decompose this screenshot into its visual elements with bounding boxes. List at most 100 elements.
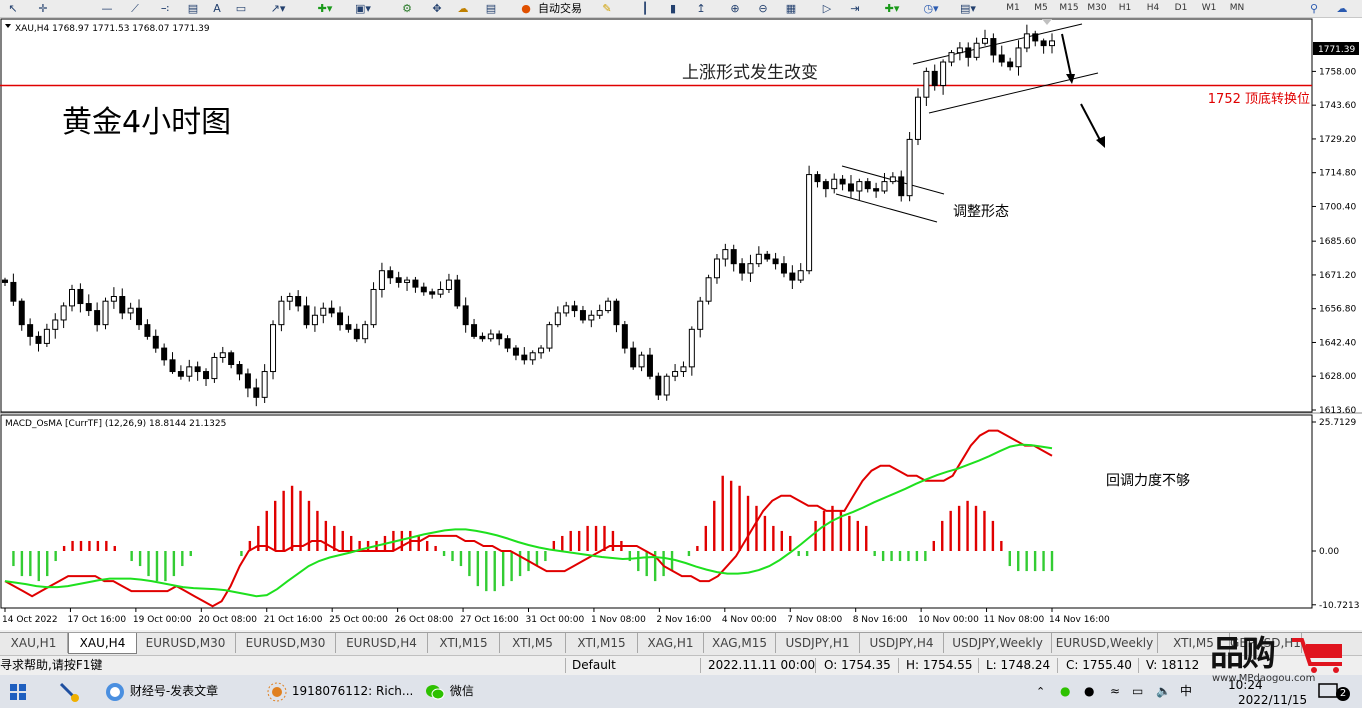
new-chart-icon[interactable]: ✚▾ [310,1,340,16]
chart-area[interactable]: 1758.00 1743.60 1729.20 1714.80 1700.40 1685.… [0,18,1362,630]
timeframe-h4[interactable]: H4 [1140,1,1166,16]
tile-windows-icon[interactable]: ▦ [782,1,800,16]
candle-body [177,371,184,377]
candle-body [270,324,277,373]
candle-body [705,277,712,302]
tray-qq-icon[interactable]: ● [1084,677,1100,706]
histogram-bar [130,551,133,562]
metatrader-taskbar-icon[interactable] [58,677,82,706]
chart-tab[interactable]: XTI,M5 [500,633,566,653]
candle-body [110,296,117,302]
histogram-bar [493,551,496,592]
experts-icon[interactable]: ✎ [598,1,616,16]
chart-tab[interactable]: EURUSD,Weekly [1052,633,1158,653]
autotrade-icon[interactable]: ● [518,1,534,16]
timeframe-m1[interactable]: M1 [1000,1,1026,16]
x-tick-label: 17 Oct 16:00 [67,615,126,625]
trendline-icon[interactable]: ⟋ [126,1,144,16]
timeframe-m5[interactable]: M5 [1028,1,1054,16]
timeframe-h1[interactable]: H1 [1112,1,1138,16]
tray-ime-icon[interactable]: 中 [1180,677,1196,706]
tray-display-icon[interactable]: ▭ [1132,677,1148,706]
tray-expand-icon[interactable]: ⌃ [1036,677,1050,706]
arrow-tool-icon[interactable]: ↗▾ [266,1,290,16]
macd-tick-label: 25.7129 [1319,418,1356,428]
text-tool-icon[interactable]: A [208,1,226,16]
zoom-in-icon[interactable]: ⊕ [726,1,744,16]
fibonacci-icon[interactable]: ▤ [184,1,202,16]
community-icon[interactable]: ☁ [1334,1,1350,16]
taskbar-item-label: 财经号-发表文章 [129,684,219,698]
status-divider [565,658,566,673]
candle-body [404,279,411,283]
timeframe-m30[interactable]: M30 [1084,1,1110,16]
market-watch-icon[interactable]: ⚙ [398,1,416,16]
macd-tick-label: -10.7213 [1319,601,1359,611]
timeframe-mn[interactable]: MN [1224,1,1250,16]
chart-tab[interactable]: XAU,H4 [68,633,137,654]
taskbar-date[interactable]: 2022/11/15 [1238,693,1307,707]
folder-icon[interactable]: ☁ [454,1,472,16]
candle-body [621,324,628,349]
line-chart-icon[interactable]: ↥ [692,1,710,16]
chart-tab[interactable]: USDJPY,Weekly [944,633,1052,653]
zoom-out-icon[interactable]: ⊖ [754,1,772,16]
autoscroll-icon[interactable]: ▷ [818,1,836,16]
taskbar-item-rich[interactable]: 1918076112: Rich... [266,677,416,706]
taskbar-item-caijinghao[interactable]: 财经号-发表文章 [104,677,254,706]
templates-icon[interactable]: ▤▾ [954,1,982,16]
histogram-bar [772,525,775,551]
indicators-icon[interactable]: ✚▾ [878,1,906,16]
histogram-bar [822,510,826,551]
histogram-bar [544,551,547,562]
tray-volume-icon[interactable]: 🔈 [1156,677,1172,706]
timeframe-m15[interactable]: M15 [1056,1,1082,16]
chart-tab[interactable]: EURUSD,M30 [136,633,236,653]
cursor-icon[interactable]: ↖ [6,1,20,16]
label-tool-icon[interactable]: ▭ [232,1,250,16]
chart-tab[interactable]: XTI,M15 [428,633,500,653]
candle-body [311,314,318,326]
timeframe-w1[interactable]: W1 [1196,1,1222,16]
chart-tab[interactable]: XAU,H1 [0,633,68,653]
chart-shift-icon[interactable]: ⇥ [846,1,864,16]
histogram-bar [54,551,57,562]
search-icon[interactable]: ⚲ [1306,1,1322,16]
crosshair-icon[interactable]: ✛ [34,1,52,16]
candle-body [127,307,134,314]
toolbar: ↖ ✛ — ⟋ ∹ ▤ A ▭ ↗▾ ✚▾ ▣▾ ⚙ ✥ ☁ ▤ ● 自动交易 … [0,0,1362,18]
chart-tab[interactable]: XAG,M15 [704,633,776,653]
timeframe-d1[interactable]: D1 [1168,1,1194,16]
tray-wechat-icon[interactable]: ● [1060,677,1076,706]
autotrade-button[interactable]: 自动交易 [538,1,582,16]
tray-wifi-icon[interactable]: ≈ [1110,677,1126,706]
candlestick-icon[interactable]: ▮ [664,1,682,16]
terminal-icon[interactable]: ▤ [482,1,500,16]
candle-body [881,181,888,192]
x-tick-label: 4 Nov 00:00 [722,615,777,625]
histogram-bar [417,535,420,551]
profiles-icon[interactable]: ▣▾ [350,1,376,16]
histogram-bar [645,551,648,577]
chart-tab[interactable]: EURUSD,H4 [336,633,428,653]
candle-body [462,305,469,326]
histogram-bar [966,500,969,551]
candle-body [1040,40,1047,47]
current-price-label: 1771.39 [1318,45,1355,55]
chart-tab[interactable]: EURUSD,M30 [236,633,336,653]
histogram-bar [848,515,851,551]
periods-icon[interactable]: ◷▾ [918,1,944,16]
taskbar-item-wechat[interactable]: 微信 [424,677,524,706]
histogram-bar [1033,551,1037,572]
candle-body [521,354,528,361]
windows-start-icon[interactable] [10,677,30,706]
chart-tab[interactable]: XAG,H1 [638,633,704,653]
horizontal-line-icon[interactable]: — [98,1,116,16]
chart-tab[interactable]: USDJPY,H4 [860,633,944,653]
channel-icon[interactable]: ∹ [156,1,174,16]
chart-tab[interactable]: USDJPY,H1 [776,633,860,653]
bar-chart-icon[interactable]: ┃ [636,1,654,16]
chart-tab[interactable]: XTI,M15 [566,633,638,653]
histogram-bar [907,551,910,562]
navigator-icon[interactable]: ✥ [428,1,446,16]
